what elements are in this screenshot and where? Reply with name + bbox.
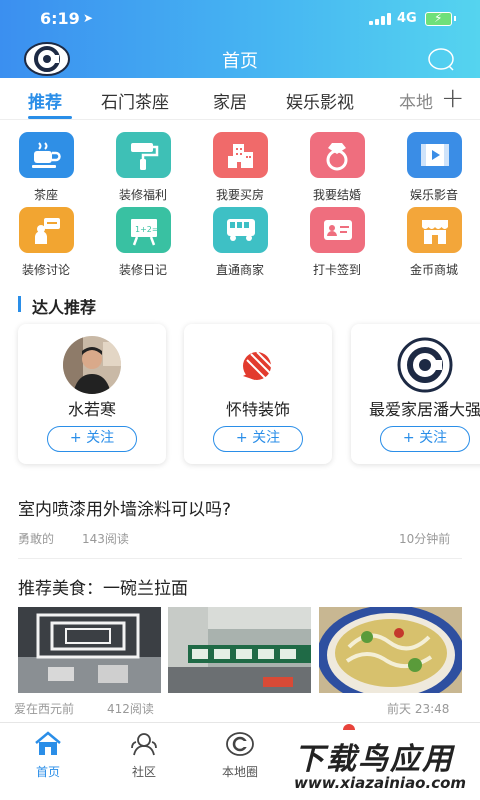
nav-community[interactable]: 社区 — [104, 731, 184, 780]
network-type: 4G — [397, 11, 417, 26]
avatar — [396, 336, 454, 394]
nav-home[interactable]: 首页 — [8, 731, 88, 780]
expert-card[interactable]: 最爱家居潘大强 + 关注 — [351, 324, 480, 464]
category-grid: 茶座 装修福利 我要买房 我要结婚 娱乐影音 装修讨论 1+2=3 装修日记 — [0, 125, 480, 278]
article-image[interactable] — [18, 607, 161, 693]
category-entertainment-media[interactable]: 娱乐影音 — [394, 132, 474, 203]
location-arrow-icon: ➤ — [83, 11, 94, 25]
add-tab-icon[interactable]: + — [441, 81, 464, 114]
article-image[interactable] — [319, 607, 462, 693]
avatar — [63, 336, 121, 394]
building-icon — [212, 132, 268, 178]
watermark: 下载鸟应用 www.xiazainiao.com — [286, 730, 480, 800]
bus-icon — [212, 207, 268, 253]
video-icon — [406, 132, 462, 178]
category-label: 我要结婚 — [312, 188, 361, 202]
watermark-url: www.xiazainiao.com — [294, 774, 467, 792]
tab-entertainment[interactable]: 娱乐影视 — [286, 88, 354, 113]
category-label: 装修讨论 — [21, 263, 70, 277]
expert-card[interactable]: 水若寒 + 关注 — [18, 324, 166, 464]
article-author: 勇敢的 — [18, 532, 55, 546]
category-label: 娱乐影音 — [409, 188, 458, 202]
category-buy-house[interactable]: 我要买房 — [200, 132, 280, 203]
category-label: 我要买房 — [215, 188, 264, 202]
article-author: 爱在西元前 — [14, 702, 75, 716]
article-time: 10分钟前 — [399, 532, 451, 546]
category-renovation-benefits[interactable]: 装修福利 — [103, 132, 183, 203]
local-circle-icon — [226, 732, 254, 756]
expert-name: 怀特装饰 — [225, 400, 290, 419]
article-image[interactable] — [168, 607, 311, 693]
battery-icon: ⚡ — [425, 11, 456, 26]
signal-icon — [369, 13, 393, 25]
divider — [18, 558, 462, 559]
nav-label: 本地圈 — [221, 765, 258, 779]
home-icon — [35, 731, 61, 755]
category-get-married[interactable]: 我要结婚 — [297, 132, 377, 203]
blackboard-icon: 1+2=3 — [115, 207, 171, 253]
status-time: 6:19 — [40, 9, 80, 28]
page-title: 首页 — [222, 51, 258, 72]
shop-icon — [406, 207, 462, 253]
expert-name: 水若寒 — [67, 400, 116, 419]
community-icon — [131, 733, 157, 756]
article-time: 前天 23:48 — [387, 702, 450, 716]
avatar — [229, 336, 287, 394]
id-card-icon — [309, 207, 365, 253]
follow-button[interactable]: + 关注 — [380, 426, 470, 452]
category-renovation-discussion[interactable]: 装修讨论 — [6, 207, 86, 278]
follow-button[interactable]: + 关注 — [213, 426, 303, 452]
nav-local-circle[interactable]: 本地圈 — [200, 731, 280, 780]
category-direct-merchants[interactable]: 直通商家 — [200, 207, 280, 278]
section-accent-bar — [18, 296, 21, 312]
category-label: 金币商城 — [409, 263, 458, 277]
expert-name: 最爱家居潘大强 — [368, 400, 480, 419]
tab-home[interactable]: 家居 — [213, 88, 247, 113]
section-title: 达人推荐 — [32, 298, 97, 317]
expert-card[interactable]: 怀特装饰 + 关注 — [184, 324, 332, 464]
category-label: 装修日记 — [118, 263, 167, 277]
svg-text:1+2=3: 1+2=3 — [135, 225, 159, 234]
article-reads: 412阅读 — [107, 702, 154, 716]
search-button[interactable] — [424, 44, 458, 74]
ring-icon — [309, 132, 365, 178]
category-check-in[interactable]: 打卡签到 — [297, 207, 377, 278]
discussion-icon — [18, 207, 74, 253]
nav-label: 首页 — [35, 765, 60, 779]
nav-label: 社区 — [131, 765, 156, 779]
category-renovation-diary[interactable]: 1+2=3 装修日记 — [103, 207, 183, 278]
tea-cup-icon — [18, 132, 74, 178]
article-title[interactable]: 推荐美食：一碗兰拉面 — [18, 574, 188, 599]
article-reads: 143阅读 — [82, 532, 129, 546]
category-label: 茶座 — [33, 188, 58, 202]
tab-local[interactable]: 本地 — [399, 88, 433, 113]
tab-recommend[interactable]: 推荐 — [28, 88, 62, 113]
category-coin-mall[interactable]: 金币商城 — [394, 207, 474, 278]
follow-button[interactable]: + 关注 — [47, 426, 137, 452]
status-bar: 6:19 ➤ 4G ⚡ — [0, 0, 480, 38]
article-title[interactable]: 室内喷漆用外墙涂料可以吗? — [18, 495, 231, 520]
app-header: 6:19 ➤ 4G ⚡ 首页 — [0, 0, 480, 78]
category-label: 装修福利 — [118, 188, 167, 202]
category-label: 直通商家 — [215, 263, 264, 277]
category-label: 打卡签到 — [312, 263, 361, 277]
paint-roller-icon — [115, 132, 171, 178]
search-icon — [428, 48, 454, 71]
category-tabs: 推荐 石门茶座 家居 娱乐影视 本地 + — [0, 78, 480, 120]
watermark-title: 下载鸟应用 — [294, 742, 454, 777]
category-tea[interactable]: 茶座 — [6, 132, 86, 203]
tab-shimen-teahouse[interactable]: 石门茶座 — [101, 88, 169, 113]
active-tab-indicator — [28, 116, 72, 119]
